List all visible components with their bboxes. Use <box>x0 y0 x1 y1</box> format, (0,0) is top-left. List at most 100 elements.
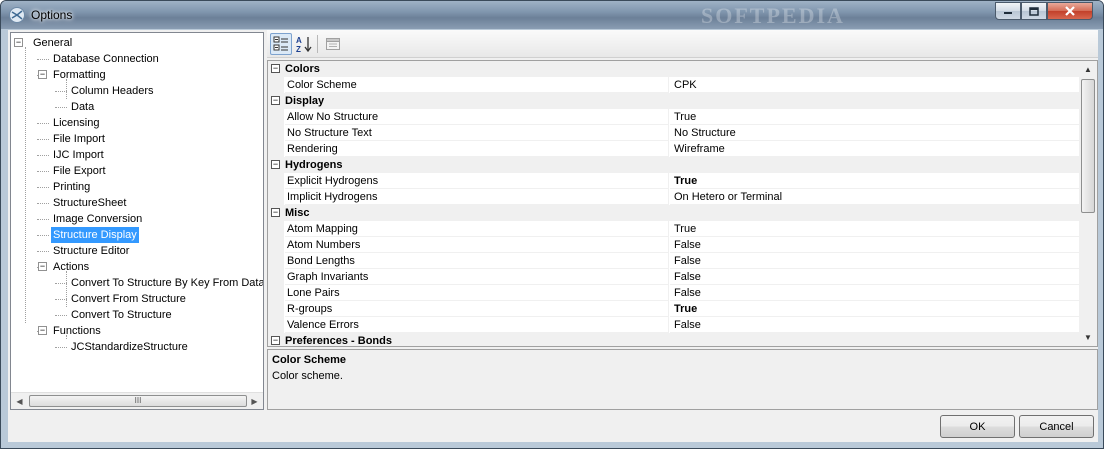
tree-node[interactable]: General <box>31 35 74 51</box>
tree-node[interactable]: File Export <box>51 163 108 179</box>
row-margin <box>268 221 284 237</box>
category-collapse-icon[interactable]: − <box>271 160 280 169</box>
grid-property-row[interactable]: Atom Numbers False <box>268 237 1079 253</box>
alphabetical-button[interactable]: A Z <box>293 33 315 55</box>
grid-property-row[interactable]: Color Scheme CPK <box>268 77 1079 93</box>
property-name[interactable]: Implicit Hydrogens <box>285 189 669 205</box>
property-value[interactable]: False <box>670 317 1079 333</box>
property-value[interactable]: True <box>670 221 1079 237</box>
cancel-button[interactable]: Cancel <box>1019 415 1094 438</box>
tree-guide-line <box>66 271 67 307</box>
grid-category[interactable]: − Preferences - Bonds <box>268 333 1079 346</box>
scroll-left-icon[interactable]: ◀ <box>11 393 28 410</box>
property-value[interactable]: True <box>670 301 1079 317</box>
property-value[interactable]: False <box>670 237 1079 253</box>
property-value[interactable]: On Hetero or Terminal <box>670 189 1079 205</box>
maximize-icon <box>1029 6 1039 16</box>
tree-node[interactable]: Column Headers <box>69 83 156 99</box>
grid-scroll-thumb[interactable] <box>1081 79 1095 213</box>
close-button[interactable] <box>1047 2 1093 20</box>
grid-category[interactable]: − Hydrogens <box>268 157 1079 173</box>
title-bar[interactable]: Options SOFTPEDIA <box>1 1 1103 29</box>
property-value[interactable]: False <box>670 269 1079 285</box>
property-name[interactable]: Atom Numbers <box>285 237 669 253</box>
tree-connector <box>55 107 67 108</box>
tree-node[interactable]: Structure Display <box>51 227 139 243</box>
tree-node[interactable]: Convert To Structure <box>69 307 174 323</box>
scroll-down-icon[interactable]: ▼ <box>1079 329 1097 346</box>
tree-node[interactable]: Convert From Structure <box>69 291 188 307</box>
scroll-right-icon[interactable]: ▶ <box>246 393 263 410</box>
tree-horizontal-scrollbar[interactable]: ◀ III ▶ <box>11 392 263 409</box>
grid-property-row[interactable]: Atom Mapping True <box>268 221 1079 237</box>
tree-node[interactable]: Actions <box>51 259 91 275</box>
tree-connector <box>37 235 49 236</box>
category-collapse-icon[interactable]: − <box>271 336 280 345</box>
tree-node[interactable]: File Import <box>51 131 107 147</box>
tree-collapse-icon[interactable]: − <box>38 262 47 271</box>
property-value[interactable]: No Structure <box>670 125 1079 141</box>
grid-property-row[interactable]: Explicit Hydrogens True <box>268 173 1079 189</box>
property-pages-button[interactable] <box>322 33 344 55</box>
category-collapse-icon[interactable]: − <box>271 208 280 217</box>
scroll-thumb[interactable]: III <box>29 395 247 407</box>
tree-node[interactable]: StructureSheet <box>51 195 128 211</box>
property-name[interactable]: No Structure Text <box>285 125 669 141</box>
tree-node[interactable]: Data <box>69 99 96 115</box>
grid-category[interactable]: − Display <box>268 93 1079 109</box>
grid-property-row[interactable]: Allow No Structure True <box>268 109 1079 125</box>
property-name[interactable]: Lone Pairs <box>285 285 669 301</box>
grid-property-row[interactable]: Rendering Wireframe <box>268 141 1079 157</box>
tree-collapse-icon[interactable]: − <box>38 326 47 335</box>
tree-node[interactable]: Functions <box>51 323 103 339</box>
grid-category[interactable]: − Colors <box>268 61 1079 77</box>
tree-node[interactable]: Convert To Structure By Key From Databas… <box>69 275 263 291</box>
grid-property-row[interactable]: Graph Invariants False <box>268 269 1079 285</box>
tree-node[interactable]: Structure Editor <box>51 243 131 259</box>
property-value[interactable]: True <box>670 109 1079 125</box>
property-value[interactable]: False <box>670 285 1079 301</box>
property-name[interactable]: Rendering <box>285 141 669 157</box>
grid-vertical-scrollbar[interactable]: ▲ ▼ <box>1079 61 1097 346</box>
property-name[interactable]: Color Scheme <box>285 77 669 93</box>
grid-property-row[interactable]: Valence Errors False <box>268 317 1079 333</box>
property-name[interactable]: Allow No Structure <box>285 109 669 125</box>
tree-node[interactable]: IJC Import <box>51 147 106 163</box>
property-name[interactable]: Valence Errors <box>285 317 669 333</box>
options-tree[interactable]: − General Database Connection − Formatting Co… <box>10 32 264 410</box>
grid-category[interactable]: − Misc <box>268 205 1079 221</box>
maximize-button[interactable] <box>1021 2 1047 20</box>
tree-node[interactable]: JCStandardizeStructure <box>69 339 190 355</box>
row-margin <box>268 285 284 301</box>
grid-property-row[interactable]: Bond Lengths False <box>268 253 1079 269</box>
grid-property-row[interactable]: No Structure Text No Structure <box>268 125 1079 141</box>
tree-connector <box>55 347 67 348</box>
ok-button[interactable]: OK <box>940 415 1015 438</box>
tree-node[interactable]: Licensing <box>51 115 101 131</box>
scroll-up-icon[interactable]: ▲ <box>1079 61 1097 78</box>
property-value[interactable]: False <box>670 253 1079 269</box>
tree-collapse-icon[interactable]: − <box>14 38 23 47</box>
property-value[interactable]: CPK <box>670 77 1079 93</box>
property-grid[interactable]: − Colors Color Scheme CPK − Display Allow No S… <box>267 60 1098 347</box>
property-name[interactable]: Bond Lengths <box>285 253 669 269</box>
tree-collapse-icon[interactable]: − <box>38 70 47 79</box>
tree-node[interactable]: Image Conversion <box>51 211 144 227</box>
grid-property-row[interactable]: Lone Pairs False <box>268 285 1079 301</box>
property-value[interactable]: Wireframe <box>670 141 1079 157</box>
row-margin <box>268 237 284 253</box>
categorized-button[interactable] <box>270 33 292 55</box>
tree-node[interactable]: Printing <box>51 179 92 195</box>
grid-property-row[interactable]: Implicit Hydrogens On Hetero or Terminal <box>268 189 1079 205</box>
tree-node[interactable]: Database Connection <box>51 51 161 67</box>
grid-property-row[interactable]: R-groups True <box>268 301 1079 317</box>
minimize-button[interactable] <box>995 2 1021 20</box>
property-name[interactable]: Graph Invariants <box>285 269 669 285</box>
property-name[interactable]: Explicit Hydrogens <box>285 173 669 189</box>
property-name[interactable]: R-groups <box>285 301 669 317</box>
property-value[interactable]: True <box>670 173 1079 189</box>
category-collapse-icon[interactable]: − <box>271 96 280 105</box>
property-name[interactable]: Atom Mapping <box>285 221 669 237</box>
category-collapse-icon[interactable]: − <box>271 64 280 73</box>
tree-node[interactable]: Formatting <box>51 67 108 83</box>
